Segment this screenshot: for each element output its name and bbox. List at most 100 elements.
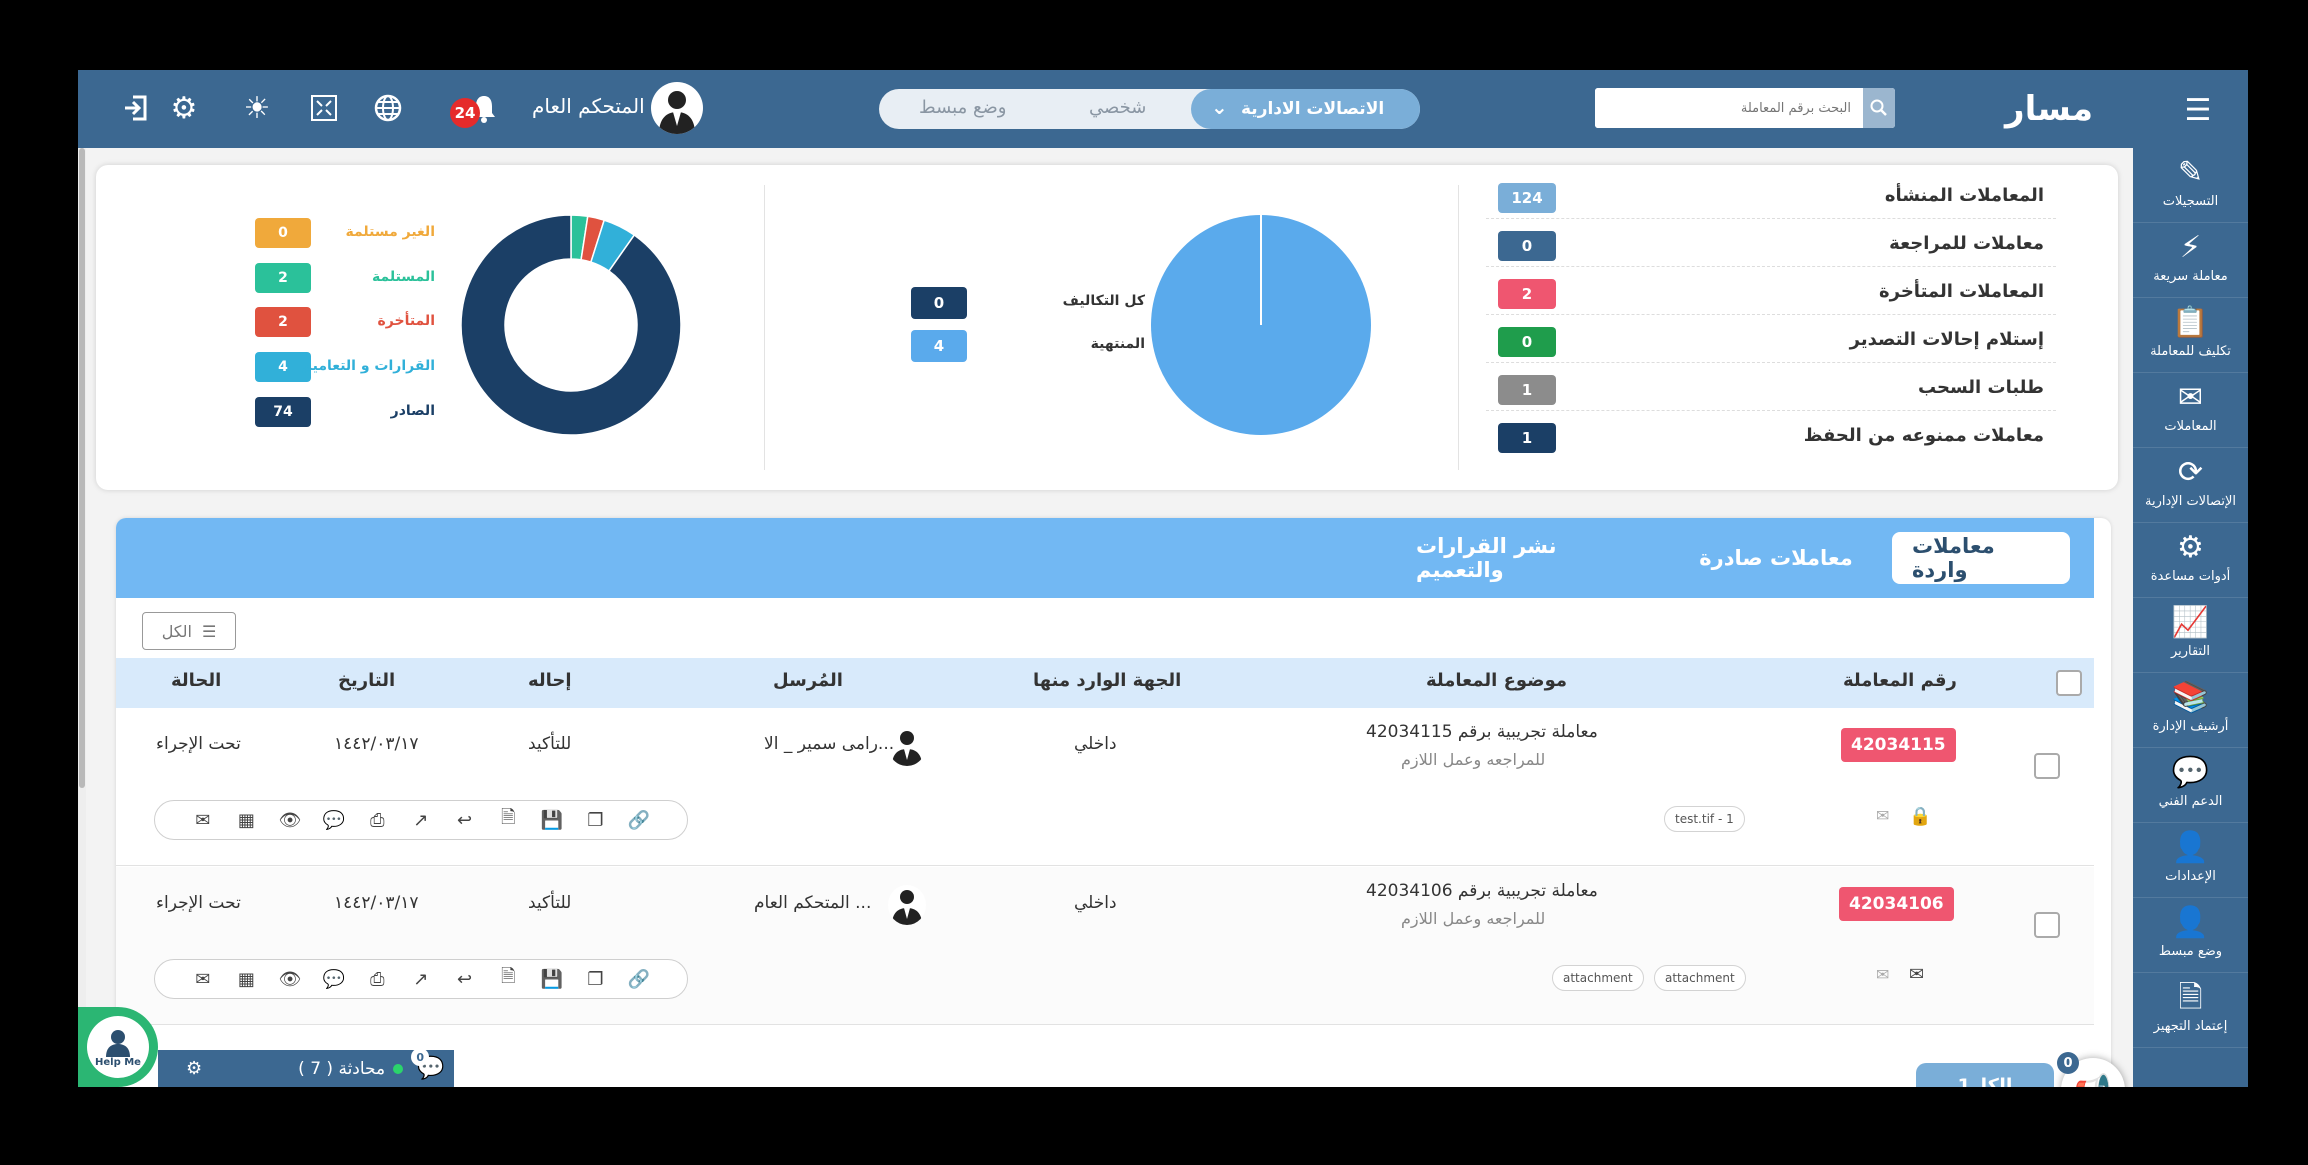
lock-icon[interactable]: 🔒 — [1909, 806, 1931, 827]
header-referral[interactable]: إحاله — [528, 670, 572, 691]
print-icon[interactable]: ⎙ — [365, 810, 389, 831]
transactions-card: معاملات واردة معاملات صادرة نشر القرارات… — [116, 518, 2111, 1087]
legend-row[interactable]: 74 الصادر — [255, 397, 505, 429]
send-mail-icon[interactable]: ✉ — [191, 810, 215, 831]
legend-label: الغير مستلمة — [345, 224, 435, 240]
share-icon[interactable]: ↗ — [409, 969, 433, 990]
share-icon[interactable]: ↗ — [409, 810, 433, 831]
legend-row[interactable]: 4 القرارات و التعاميم — [255, 352, 505, 384]
legend-badge: 0 — [255, 218, 311, 248]
mode-admin-option[interactable]: ⌄ الاتصالات الادارية — [1191, 89, 1420, 129]
table-row[interactable]: 42034115 معاملة تجريبية برقم 42034115 لل… — [116, 708, 2094, 866]
reply-all-icon[interactable]: ↩ — [453, 810, 477, 831]
stat-row[interactable]: معاملات ممنوعه من الحفظ 1 — [1486, 423, 2056, 459]
mode-personal-option[interactable]: شخصي — [1089, 97, 1146, 118]
view-icon[interactable]: 👁 — [278, 810, 302, 831]
transaction-number-badge[interactable]: 42034106 — [1839, 887, 1954, 921]
stat-row[interactable]: المعاملات المنشأه 124 — [1486, 183, 2056, 219]
theme-icon[interactable]: ☀ — [237, 88, 277, 128]
header-from[interactable]: الجهة الوارد منها — [1033, 670, 1181, 691]
qr-code-icon[interactable]: ▦ — [234, 969, 258, 990]
table-row[interactable]: 42034106 معاملة تجريبية برقم 42034106 لل… — [116, 867, 2094, 1025]
language-icon[interactable] — [368, 88, 408, 128]
chat-settings-icon[interactable]: ⚙ — [186, 1058, 202, 1079]
stat-row[interactable]: طلبات السحب 1 — [1486, 375, 2056, 411]
mode-simple-option[interactable]: وضع مبسط — [919, 97, 1007, 118]
stat-row[interactable]: معاملات للمراجعة 0 — [1486, 231, 2056, 267]
scrollbar-thumb[interactable] — [79, 148, 85, 788]
send-mail-icon[interactable]: ✉ — [191, 969, 215, 990]
chat-icon[interactable]: 💬 0 — [411, 1048, 445, 1081]
save-icon[interactable]: 💾 — [540, 810, 564, 831]
pager-all-button[interactable]: الكل1 — [1916, 1063, 2054, 1087]
fullscreen-icon[interactable] — [304, 88, 344, 128]
copy-icon[interactable]: ❐ — [583, 810, 607, 831]
row-checkbox[interactable] — [2034, 753, 2060, 779]
tab-incoming[interactable]: معاملات واردة — [1892, 532, 2070, 584]
view-icon[interactable]: 👁 — [278, 969, 302, 990]
help-me-button[interactable]: Help Me — [78, 1007, 158, 1087]
sidebar-item-label: أدوات مساعدة — [2150, 569, 2231, 584]
sidebar-item-reports[interactable]: 📈 التقارير — [2133, 598, 2248, 673]
announcements-button[interactable]: 📢 0 — [2057, 1052, 2125, 1087]
page-scrollbar[interactable] — [78, 148, 86, 1087]
comment-icon[interactable]: 💬 — [322, 810, 346, 831]
header-number[interactable]: رقم المعاملة — [1843, 670, 1957, 691]
sidebar-item-assignment[interactable]: 📋 تكليف للمعاملة — [2133, 298, 2248, 373]
save-icon[interactable]: 💾 — [540, 969, 564, 990]
document-icon[interactable]: 🗎 — [496, 964, 520, 994]
assignment-row[interactable]: 4 المنتهية — [911, 330, 1211, 362]
sidebar-item-approval[interactable]: 🗎 إعتماد التجهيز — [2133, 973, 2248, 1048]
qr-code-icon[interactable]: ▦ — [234, 810, 258, 831]
chat-bar[interactable]: ⚙ محادثة ( 7 ) 💬 0 — [158, 1048, 454, 1087]
menu-icon[interactable]: ☰ — [2178, 90, 2218, 130]
assignment-row[interactable]: 0 كل التكاليف — [911, 287, 1211, 319]
document-icon[interactable]: 🗎 — [496, 805, 520, 835]
tab-decisions[interactable]: نشر القرارات والتعميم — [1396, 532, 1656, 584]
attachment-chip[interactable]: attachment — [1552, 965, 1644, 991]
sidebar-item-quick-transaction[interactable]: ⚡ معاملة سريعة — [2133, 223, 2248, 298]
attachment-chip[interactable]: attachment — [1654, 965, 1746, 991]
link-icon[interactable]: 🔗 — [627, 969, 651, 990]
legend-row[interactable]: 2 المتأخرة — [255, 307, 505, 339]
select-all-checkbox[interactable] — [2056, 670, 2082, 696]
mail-icon[interactable]: ✉ — [1876, 806, 1889, 825]
stat-row[interactable]: إستلام إحالات التصدير 0 — [1486, 327, 2056, 363]
logout-icon[interactable] — [116, 88, 156, 128]
sidebar-item-simple-mode[interactable]: 👤 وضع مبسط — [2133, 898, 2248, 973]
sidebar-item-admin-comms[interactable]: ⟳ الإتصالات الإدارية — [2133, 448, 2248, 523]
legend-row[interactable]: 2 المستلمة — [255, 263, 505, 295]
header-subject[interactable]: موضوع المعاملة — [1426, 670, 1567, 691]
settings-icon[interactable]: ⚙ — [164, 88, 204, 128]
opened-mail-icon[interactable]: ✉ — [1909, 964, 1924, 985]
reply-all-icon[interactable]: ↩ — [453, 969, 477, 990]
legend-row[interactable]: 0 الغير مستلمة — [255, 218, 505, 250]
attachment-chip[interactable]: test.tif - 1 — [1664, 806, 1745, 832]
link-icon[interactable]: 🔗 — [627, 810, 651, 831]
tab-outgoing[interactable]: معاملات صادرة — [1676, 532, 1876, 584]
sidebar-item-registrations[interactable]: ✎ التسجيلات — [2133, 148, 2248, 223]
mail-icon[interactable]: ✉ — [1876, 965, 1889, 984]
sidebar-item-transactions[interactable]: ✉ المعاملات — [2133, 373, 2248, 448]
mode-switcher[interactable]: وضع مبسط شخصي ⌄ الاتصالات الادارية — [879, 89, 1420, 129]
header-status[interactable]: الحالة — [171, 670, 221, 691]
subject-title[interactable]: معاملة تجريبية برقم 42034106 — [1366, 881, 1598, 901]
sidebar-item-support[interactable]: 💬 الدعم الفني — [2133, 748, 2248, 823]
stat-row[interactable]: المعاملات المتأخرة 2 — [1486, 279, 2056, 315]
user-name[interactable]: المتحكم العام — [532, 94, 645, 118]
user-avatar[interactable] — [651, 82, 703, 134]
sidebar-item-settings[interactable]: 👤 الإعدادات — [2133, 823, 2248, 898]
transaction-number-badge[interactable]: 42034115 — [1841, 728, 1956, 762]
copy-icon[interactable]: ❐ — [583, 969, 607, 990]
sidebar-item-archive[interactable]: 📚 أرشيف الإدارة — [2133, 673, 2248, 748]
print-icon[interactable]: ⎙ — [365, 969, 389, 990]
filter-button[interactable]: الكل ☰ — [142, 612, 236, 650]
sidebar-item-tools[interactable]: ⚙ أدوات مساعدة — [2133, 523, 2248, 598]
search-icon[interactable] — [1863, 88, 1895, 128]
header-date[interactable]: التاريخ — [338, 670, 395, 691]
subject-title[interactable]: معاملة تجريبية برقم 42034115 — [1366, 722, 1598, 742]
row-checkbox[interactable] — [2034, 912, 2060, 938]
search-input[interactable] — [1595, 88, 1863, 128]
header-sender[interactable]: المُرسل — [773, 670, 843, 691]
comment-icon[interactable]: 💬 — [322, 969, 346, 990]
